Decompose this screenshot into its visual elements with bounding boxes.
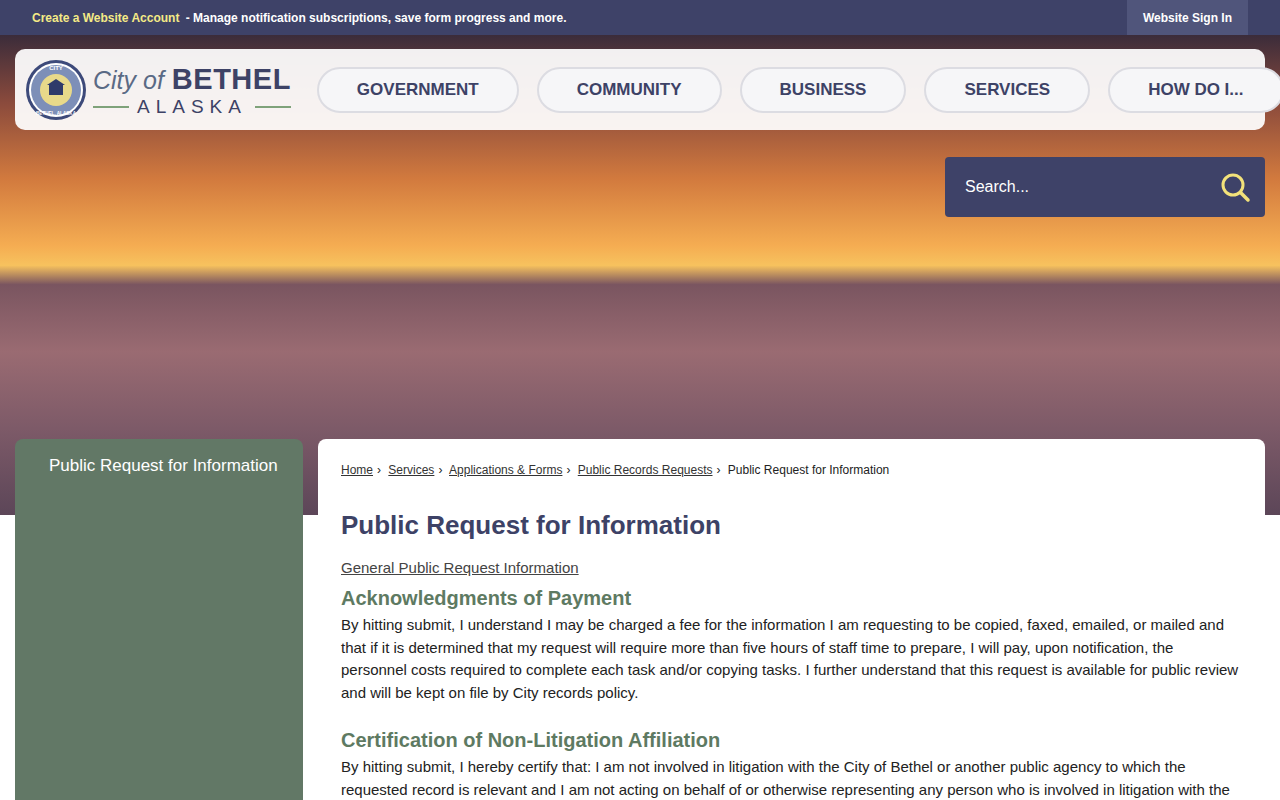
search-icon[interactable] xyxy=(1219,171,1251,203)
sign-in-button[interactable]: Website Sign In xyxy=(1127,0,1248,35)
city-of: City of xyxy=(93,66,164,95)
section-heading: Certification of Non-Litigation Affiliat… xyxy=(341,728,1242,752)
main: Public Request for Information Home › Ser… xyxy=(0,439,1280,800)
search-field[interactable]: Search... xyxy=(945,157,1265,217)
breadcrumb-item: Public Request for Information xyxy=(728,463,889,477)
breadcrumb-item[interactable]: Home xyxy=(341,463,373,477)
wordmark: City of BETHEL ALASKA xyxy=(93,63,291,116)
nav-item[interactable]: GOVERNMENT xyxy=(317,67,519,113)
breadcrumb-separator: › xyxy=(566,463,570,477)
breadcrumb-separator: › xyxy=(717,463,721,477)
section: Acknowledgments of Payment By hitting su… xyxy=(341,586,1242,704)
page: Create a Website Account - Manage notifi… xyxy=(0,0,1280,800)
nav-item[interactable]: COMMUNITY xyxy=(537,67,722,113)
content: Home › Services › Applications & Forms › Pu… xyxy=(318,439,1265,800)
nav-item[interactable]: HOW DO I... xyxy=(1108,67,1280,113)
breadcrumb-item[interactable]: Services xyxy=(388,463,434,477)
breadcrumb-separator: › xyxy=(438,463,442,477)
nav-item[interactable]: BUSINESS xyxy=(740,67,907,113)
nav-item[interactable]: SERVICES xyxy=(924,67,1090,113)
breadcrumb: Home › Services › Applications & Forms › Pu… xyxy=(341,463,1242,477)
promo: Create a Website Account - Manage notifi… xyxy=(32,11,566,25)
breadcrumb-separator: › xyxy=(377,463,381,477)
create-account-link[interactable]: Create a Website Account xyxy=(32,11,179,25)
section-body: By hitting submit, I understand I may be… xyxy=(341,614,1242,704)
sidebar-item[interactable]: Public Request for Information xyxy=(49,453,283,478)
top-bar: Create a Website Account - Manage notifi… xyxy=(0,0,1280,35)
section: Certification of Non-Litigation Affiliat… xyxy=(341,728,1242,800)
logo[interactable]: CITY BETHEL, ALASKA City of BETHEL ALASKA xyxy=(25,59,291,121)
page-title: Public Request for Information xyxy=(341,509,1242,541)
state-name: ALASKA xyxy=(137,97,247,116)
search-placeholder: Search... xyxy=(965,178,1029,196)
promo-text: - Manage notification subscriptions, sav… xyxy=(186,11,567,25)
breadcrumb-item[interactable]: Applications & Forms xyxy=(449,463,562,477)
main-nav: GOVERNMENT COMMUNITY BUSINESS SERVICES HOW D… xyxy=(317,67,1280,113)
sidebar: Public Request for Information xyxy=(15,439,303,800)
svg-text:BETHEL, ALASKA: BETHEL, ALASKA xyxy=(36,111,77,116)
svg-text:CITY: CITY xyxy=(49,65,63,71)
section-body: By hitting submit, I hereby certify that… xyxy=(341,756,1242,800)
city-name: BETHEL xyxy=(172,63,291,96)
header: CITY BETHEL, ALASKA City of BETHEL ALASKA… xyxy=(15,49,1265,130)
breadcrumb-item[interactable]: Public Records Requests xyxy=(578,463,713,477)
city-seal-icon: CITY BETHEL, ALASKA xyxy=(25,59,87,121)
section-heading: Acknowledgments of Payment xyxy=(341,586,1242,610)
intro-link[interactable]: General Public Request Information xyxy=(341,559,1242,577)
